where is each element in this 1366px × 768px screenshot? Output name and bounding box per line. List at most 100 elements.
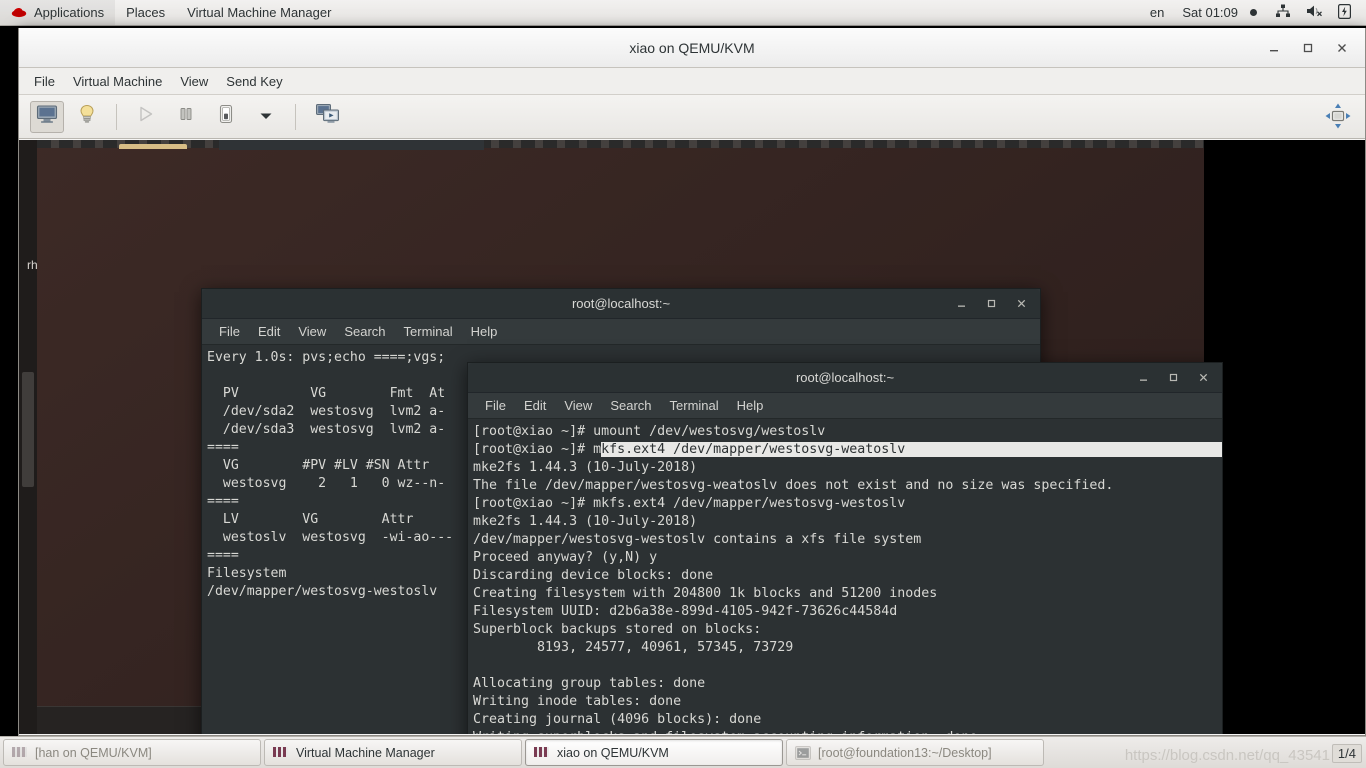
taskbar-item-terminal-label: [root@foundation13:~/Desktop] bbox=[818, 745, 992, 760]
taskbar-item-xiao[interactable]: xiao on QEMU/KVM bbox=[525, 739, 783, 766]
battery-charging-icon bbox=[1338, 3, 1352, 22]
shutdown-options-button[interactable] bbox=[249, 101, 283, 133]
applications-menu-label: Applications bbox=[34, 5, 105, 20]
back-menu-edit-label: Edit bbox=[257, 324, 281, 339]
vmm-window-title: xiao on QEMU/KVM bbox=[629, 39, 755, 56]
applications-menu[interactable]: Applications bbox=[0, 0, 116, 25]
front-menu-view-label: View bbox=[564, 398, 593, 413]
guest-dock-highlight bbox=[22, 372, 34, 487]
terminal-line: Discarding device blocks: done bbox=[473, 568, 714, 583]
back-menu-view-label: View bbox=[298, 324, 327, 339]
vm-icon bbox=[534, 746, 550, 759]
taskbar-item-vmm[interactable]: Virtual Machine Manager bbox=[264, 739, 522, 766]
taskbar-item-han[interactable]: [han on QEMU/KVM] bbox=[3, 739, 261, 766]
front-menu-search-label: Search bbox=[610, 398, 652, 413]
snapshots-button[interactable] bbox=[308, 101, 348, 133]
snapshots-icon bbox=[315, 103, 341, 130]
clock-label: Sat 01:09 bbox=[1182, 5, 1238, 20]
back-terminal-menubar: File Edit View Search Terminal Help bbox=[202, 319, 1040, 345]
vmm-maximize-button[interactable] bbox=[1291, 34, 1325, 62]
menu-virtual-machine-label: Virtual Machine bbox=[72, 73, 163, 89]
front-menu-view[interactable]: View bbox=[555, 395, 601, 416]
front-menu-terminal[interactable]: Terminal bbox=[661, 395, 728, 416]
taskbar-item-han-label: [han on QEMU/KVM] bbox=[35, 745, 152, 760]
guest-tab-strip bbox=[219, 140, 484, 150]
show-details-button[interactable] bbox=[70, 101, 104, 133]
front-terminal-window[interactable]: root@localhost:~ File Edit View Search T… bbox=[467, 362, 1223, 734]
menu-view[interactable]: View bbox=[171, 71, 217, 92]
clock[interactable]: Sat 01:09 bbox=[1173, 0, 1266, 25]
menu-virtual-machine[interactable]: Virtual Machine bbox=[64, 71, 171, 92]
back-menu-search-label: Search bbox=[344, 324, 386, 339]
menu-file[interactable]: File bbox=[25, 71, 64, 92]
front-menu-edit-label: Edit bbox=[523, 398, 547, 413]
vmm-minimize-button[interactable] bbox=[1257, 34, 1291, 62]
front-menu-terminal-label: Terminal bbox=[669, 398, 719, 413]
back-terminal-minimize-button[interactable] bbox=[946, 292, 976, 316]
front-terminal-minimize-button[interactable] bbox=[1128, 366, 1158, 390]
terminal-line: Creating filesystem with 204800 1k block… bbox=[473, 586, 938, 601]
fullscreen-icon bbox=[1323, 103, 1353, 135]
power-icon bbox=[216, 104, 236, 129]
show-console-button[interactable] bbox=[30, 100, 64, 133]
run-button[interactable] bbox=[129, 101, 163, 133]
front-menu-search[interactable]: Search bbox=[601, 395, 660, 416]
front-terminal-maximize-button[interactable] bbox=[1158, 366, 1188, 390]
selected-text: kfs.ext4 /dev/mapper/westosvg-weatoslv bbox=[601, 442, 1222, 457]
places-menu[interactable]: Places bbox=[115, 0, 176, 25]
back-terminal-titlebar: root@localhost:~ bbox=[202, 289, 1040, 319]
play-icon bbox=[137, 105, 155, 128]
vmm-close-button[interactable] bbox=[1325, 34, 1359, 62]
back-menu-search[interactable]: Search bbox=[335, 321, 394, 342]
back-menu-edit[interactable]: Edit bbox=[249, 321, 289, 342]
front-terminal-output[interactable]: [root@xiao ~]# umount /dev/westosvg/west… bbox=[468, 419, 1222, 734]
terminal-line: Writing superblocks and filesystem accou… bbox=[470, 729, 1222, 734]
vm-console-viewport[interactable]: rh root@localhost:~ File Edit View Searc… bbox=[19, 140, 1365, 734]
back-menu-terminal[interactable]: Terminal bbox=[395, 321, 462, 342]
front-menu-help[interactable]: Help bbox=[728, 395, 773, 416]
gnome-top-panel: Applications Places Virtual Machine Mana… bbox=[0, 0, 1366, 26]
virt-manager-window: xiao on QEMU/KVM File Virtual Machine Vi… bbox=[18, 28, 1366, 736]
places-menu-label: Places bbox=[126, 5, 166, 20]
active-app-menu[interactable]: Virtual Machine Manager bbox=[176, 0, 342, 25]
back-menu-view[interactable]: View bbox=[289, 321, 335, 342]
terminal-line: [root@xiao ~]# umount /dev/westosvg/west… bbox=[473, 424, 826, 439]
menu-send-key[interactable]: Send Key bbox=[217, 71, 291, 92]
front-terminal-menubar: File Edit View Search Terminal Help bbox=[468, 393, 1222, 419]
menu-view-label: View bbox=[180, 73, 209, 89]
menu-file-label: File bbox=[34, 73, 55, 89]
vm-icon bbox=[273, 746, 289, 759]
keyboard-layout-indicator[interactable]: en bbox=[1141, 0, 1173, 25]
redhat-logo-icon bbox=[11, 6, 27, 20]
back-terminal-maximize-button[interactable] bbox=[976, 292, 1006, 316]
vmm-titlebar: xiao on QEMU/KVM bbox=[19, 28, 1365, 68]
back-menu-file[interactable]: File bbox=[210, 321, 249, 342]
workspace-indicator: 1/4 bbox=[1331, 744, 1362, 763]
monitor-icon bbox=[36, 104, 58, 129]
vmm-toolbar bbox=[19, 95, 1365, 139]
front-terminal-title: root@localhost:~ bbox=[795, 370, 895, 385]
taskbar-item-vmm-label: Virtual Machine Manager bbox=[296, 745, 435, 760]
terminal-icon bbox=[795, 746, 811, 760]
notification-dot-icon bbox=[1250, 9, 1257, 16]
front-menu-file[interactable]: File bbox=[476, 395, 515, 416]
menu-send-key-label: Send Key bbox=[226, 73, 283, 89]
lightbulb-icon bbox=[77, 104, 97, 129]
front-menu-edit[interactable]: Edit bbox=[515, 395, 555, 416]
back-menu-help[interactable]: Help bbox=[462, 321, 507, 342]
back-terminal-close-button[interactable] bbox=[1006, 292, 1036, 316]
taskbar-item-terminal[interactable]: [root@foundation13:~/Desktop] bbox=[786, 739, 1044, 766]
terminal-line: mke2fs 1.44.3 (10-July-2018) bbox=[473, 460, 698, 475]
terminal-line: Filesystem UUID: d2b6a38e-899d-4105-942f… bbox=[473, 604, 898, 619]
pause-button[interactable] bbox=[169, 101, 203, 133]
front-terminal-titlebar: root@localhost:~ bbox=[468, 363, 1222, 393]
fullscreen-button[interactable] bbox=[1323, 101, 1353, 136]
shutdown-button[interactable] bbox=[209, 101, 243, 133]
terminal-line: Creating journal (4096 blocks): done bbox=[473, 712, 762, 727]
terminal-line: Writing inode tables: done bbox=[473, 694, 682, 709]
front-terminal-close-button[interactable] bbox=[1188, 366, 1218, 390]
system-status-area[interactable] bbox=[1266, 0, 1360, 25]
vmm-menubar: File Virtual Machine View Send Key bbox=[19, 68, 1365, 95]
vm-icon bbox=[12, 746, 28, 759]
back-menu-file-label: File bbox=[219, 324, 240, 339]
